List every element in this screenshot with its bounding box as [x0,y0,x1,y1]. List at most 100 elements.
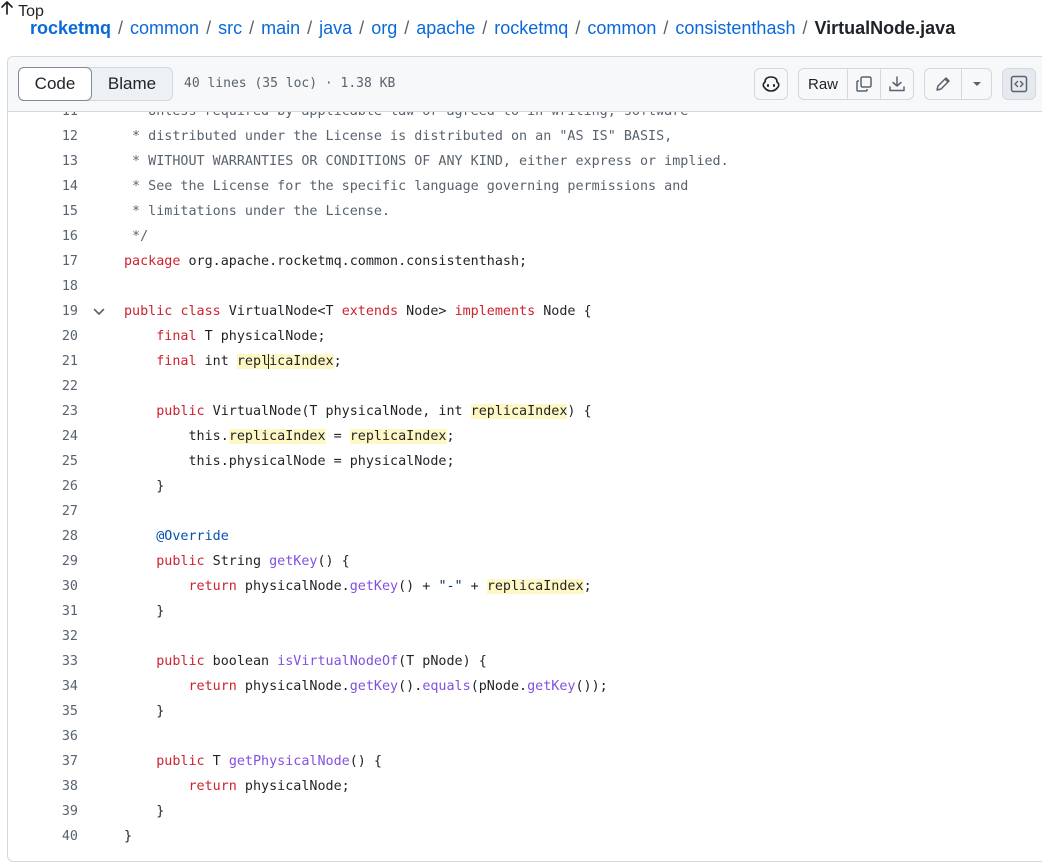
code-line: 26 } [8,474,1042,499]
line-number[interactable]: 11 [8,112,78,124]
breadcrumb-separator: / [359,17,365,38]
code-view[interactable]: 11 * Unless required by applicable law o… [8,112,1042,861]
line-number[interactable]: 40 [8,824,78,849]
code-line: 32 [8,624,1042,649]
code-line-text: return physicalNode; [188,779,350,794]
code-line: 34 return physicalNode.getKey().equals(p… [8,674,1042,699]
line-number[interactable]: 23 [8,399,78,424]
code-line-text: */ [124,229,149,244]
code-line-text: * See the License for the specific langu… [124,179,689,194]
line-number[interactable]: 37 [8,749,78,774]
code-line: 14 * See the License for the specific la… [8,174,1042,199]
edit-file-button[interactable] [925,69,961,99]
copy-icon [856,76,872,92]
code-line: 11 * Unless required by applicable law o… [8,112,1042,124]
code-line: 12 * distributed under the License is di… [8,124,1042,149]
blame-tab[interactable]: Blame [92,68,172,100]
breadcrumb-separator: / [307,17,313,38]
code-line: 13 * WITHOUT WARRANTIES OR CONDITIONS OF… [8,149,1042,174]
raw-actions-group: Raw [798,68,914,100]
breadcrumb-link[interactable]: main [261,18,300,39]
code-line: 16 */ [8,224,1042,249]
breadcrumb-separator: / [404,17,410,38]
file-meta: 40 lines (35 loc) · 1.38 KB [184,76,396,91]
breadcrumb-link[interactable]: consistenthash [675,18,795,39]
line-number[interactable]: 34 [8,674,78,699]
line-number[interactable]: 22 [8,374,78,399]
breadcrumb-link[interactable]: org [371,18,397,39]
line-number[interactable]: 39 [8,799,78,824]
breadcrumb-separator: / [482,17,488,38]
breadcrumb-link[interactable]: java [319,18,352,39]
code-line: 30 return physicalNode.getKey() + "-" + … [8,574,1042,599]
code-line-text: public String getKey() { [156,554,350,569]
code-line-text: return physicalNode.getKey() + "-" + rep… [188,579,592,594]
line-number[interactable]: 28 [8,524,78,549]
line-number[interactable]: 33 [8,649,78,674]
code-line-text: } [124,804,165,819]
copilot-icon [762,76,780,92]
download-icon [889,76,905,92]
breadcrumb-separator: / [118,17,124,38]
edit-dropdown-button[interactable] [961,69,991,99]
code-line: 31 } [8,599,1042,624]
code-line-text: } [124,604,165,619]
line-number[interactable]: 21 [8,349,78,374]
breadcrumb-link[interactable]: rocketmq [494,18,568,39]
chevron-down-icon[interactable] [92,299,106,324]
code-line: 17 package org.apache.rocketmq.common.con… [8,249,1042,274]
copilot-button[interactable] [754,68,788,100]
line-number[interactable]: 31 [8,599,78,624]
line-number[interactable]: 29 [8,549,78,574]
file-toolbar: Code Blame 40 lines (35 loc) · 1.38 KB R… [8,57,1042,112]
code-line-text: * WITHOUT WARRANTIES OR CONDITIONS OF AN… [124,154,729,169]
line-number[interactable]: 24 [8,424,78,449]
code-line: 33 public boolean isVirtualNodeOf(T pNod… [8,649,1042,674]
line-number[interactable]: 17 [8,249,78,274]
code-line: 40} [8,824,1042,849]
breadcrumb-separator: / [206,17,212,38]
line-number[interactable]: 20 [8,324,78,349]
line-number[interactable]: 18 [8,274,78,299]
line-number[interactable]: 25 [8,449,78,474]
line-number[interactable]: 27 [8,499,78,524]
code-line-text: } [124,704,165,719]
raw-button[interactable]: Raw [799,69,847,99]
breadcrumb-repo-link[interactable]: rocketmq [30,18,111,39]
line-number[interactable]: 14 [8,174,78,199]
line-number[interactable]: 13 [8,149,78,174]
code-line-text: return physicalNode.getKey().equals(pNod… [188,679,608,694]
code-line-text: public T getPhysicalNode() { [156,754,382,769]
breadcrumb-link[interactable]: common [587,18,656,39]
download-button[interactable] [880,69,913,99]
line-number[interactable]: 32 [8,624,78,649]
line-number[interactable]: 15 [8,199,78,224]
code-line-text: public VirtualNode(T physicalNode, int r… [156,404,592,419]
line-number[interactable]: 38 [8,774,78,799]
line-number[interactable]: 36 [8,724,78,749]
code-line-text: public boolean isVirtualNodeOf(T pNode) … [156,654,487,669]
line-number[interactable]: 26 [8,474,78,499]
file-viewer: Code Blame 40 lines (35 loc) · 1.38 KB R… [7,56,1042,862]
code-line-text: } [124,479,165,494]
line-number[interactable]: 30 [8,574,78,599]
edit-actions-group [924,68,992,100]
breadcrumb: rocketmq / common / src / main / java / org / apache… [0,0,1042,56]
line-number[interactable]: 35 [8,699,78,724]
breadcrumb-link[interactable]: src [218,18,242,39]
breadcrumb-separator: / [249,17,255,38]
code-line-text: final T physicalNode; [156,329,326,344]
line-number[interactable]: 16 [8,224,78,249]
line-number[interactable]: 12 [8,124,78,149]
breadcrumb-link[interactable]: apache [416,18,475,39]
code-line-text: final int replicaIndex; [156,354,342,369]
breadcrumb-link[interactable]: common [130,18,199,39]
symbols-panel-button[interactable] [1002,68,1036,100]
copy-button[interactable] [847,69,880,99]
code-line: 29 public String getKey() { [8,549,1042,574]
line-number[interactable]: 19 [8,299,78,324]
code-tab[interactable]: Code [18,67,92,101]
code-line: 23 public VirtualNode(T physicalNode, in… [8,399,1042,424]
code-line: 15 * limitations under the License. [8,199,1042,224]
code-line-text: * limitations under the License. [124,204,391,219]
